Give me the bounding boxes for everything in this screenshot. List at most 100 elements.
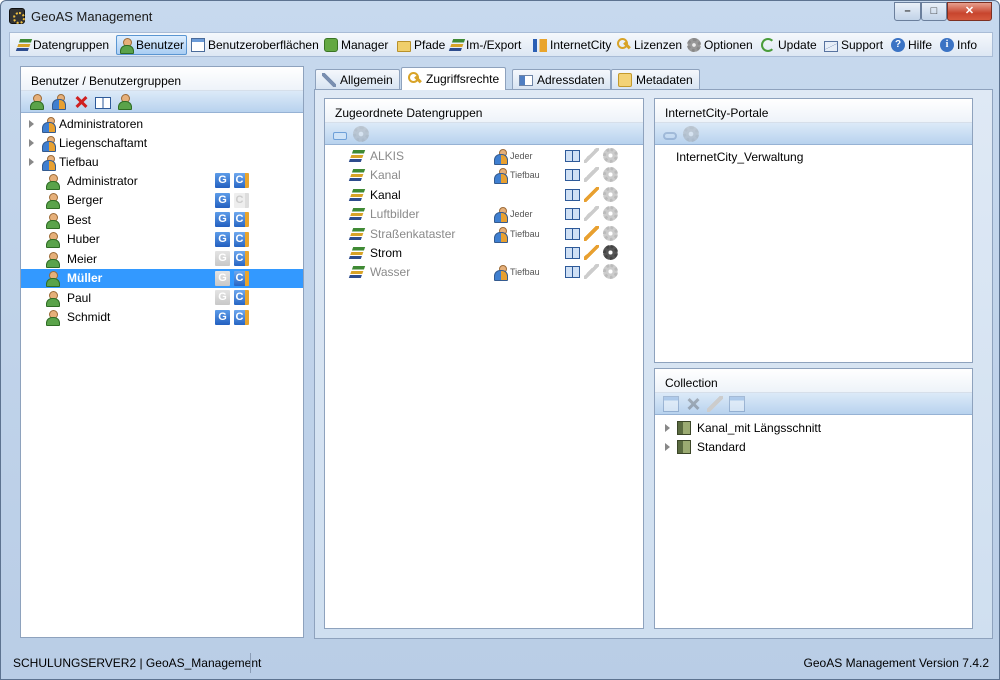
c-badge-icon[interactable]: C	[234, 290, 249, 305]
tab-zugriffsrechte[interactable]: Zugriffsrechte	[401, 67, 507, 90]
settings-gear-icon[interactable]	[603, 264, 618, 280]
read-book-icon[interactable]	[565, 208, 580, 221]
g-badge-icon[interactable]: G	[215, 270, 230, 286]
toolbar-benutzeroberflaechen-button[interactable]: Benutzeroberflächen	[189, 35, 321, 55]
g-badge-icon[interactable]: G	[215, 192, 230, 208]
assign-user-icon[interactable]	[117, 93, 133, 110]
gear-icon[interactable]	[683, 125, 699, 142]
datengruppe-row[interactable]: ALKIS Jeder	[325, 147, 643, 166]
copy-icon[interactable]	[729, 395, 745, 412]
group-label: Administratoren	[59, 116, 144, 131]
tab-metadaten[interactable]: Metadaten	[611, 69, 700, 89]
user-item[interactable]: Paul G C	[21, 288, 303, 307]
toolbar-hilfe-button[interactable]: ? Hilfe	[889, 35, 934, 55]
g-badge-icon[interactable]: G	[215, 251, 230, 266]
datengruppe-row[interactable]: Kanal	[325, 186, 643, 205]
user-item[interactable]: Administrator G C	[21, 171, 303, 190]
edit-pencil-icon[interactable]	[584, 264, 599, 280]
read-book-icon[interactable]	[565, 266, 580, 279]
title-bar[interactable]: GeoAS Management – □ ✕	[1, 1, 999, 31]
c-badge-icon[interactable]: C	[234, 212, 249, 227]
minimize-button[interactable]: –	[894, 2, 921, 21]
settings-gear-icon[interactable]	[603, 225, 618, 241]
group-item[interactable]: Tiefbau	[27, 152, 297, 171]
edit-pencil-icon[interactable]	[584, 186, 599, 202]
book-icon[interactable]	[95, 96, 111, 109]
delete-icon[interactable]	[685, 396, 701, 412]
collection-item[interactable]: Standard	[663, 437, 746, 456]
link-icon[interactable]	[663, 131, 677, 140]
datengruppe-row[interactable]: Wasser Tiefbau	[325, 263, 643, 282]
link-icon[interactable]	[333, 131, 347, 140]
tab-adressdaten[interactable]: Adressdaten	[512, 69, 612, 89]
user-item[interactable]: Meier G C	[21, 249, 303, 268]
gear-icon[interactable]	[353, 125, 369, 142]
datengruppe-row[interactable]: Kanal Tiefbau	[325, 166, 643, 185]
toolbar-manager-button[interactable]: Manager	[322, 35, 390, 55]
toolbar-datengruppen-button[interactable]: Datengruppen	[15, 35, 111, 55]
c-badge-icon[interactable]: C	[234, 173, 249, 188]
edit-pencil-icon[interactable]	[584, 206, 599, 222]
settings-gear-icon[interactable]	[603, 245, 618, 260]
toolbar-internetcity-button[interactable]: InternetCity	[531, 35, 613, 55]
user-item[interactable]: Müller G C	[21, 268, 303, 288]
read-book-icon[interactable]	[565, 169, 580, 182]
read-book-icon[interactable]	[565, 247, 580, 259]
settings-gear-icon[interactable]	[603, 148, 618, 163]
add-group-icon[interactable]	[51, 93, 67, 110]
tab-allgemein[interactable]: Allgemein	[315, 69, 400, 89]
expand-arrow-icon[interactable]	[29, 119, 34, 128]
maximize-button[interactable]: □	[921, 2, 947, 21]
edit-pencil-icon[interactable]	[584, 225, 599, 241]
layers-icon	[448, 39, 466, 51]
edit-pencil-icon[interactable]	[584, 245, 599, 260]
user-item[interactable]: Berger G C	[21, 191, 303, 210]
c-badge-icon[interactable]: C	[234, 231, 249, 247]
c-badge-icon[interactable]: C	[234, 251, 249, 266]
group-item[interactable]: Administratoren	[27, 114, 297, 133]
datengruppe-row[interactable]: Strom	[325, 244, 643, 263]
group-item[interactable]: Liegenschaftamt	[27, 133, 297, 152]
g-badge-icon[interactable]: G	[215, 231, 230, 247]
edit-pencil-icon[interactable]	[584, 167, 599, 183]
settings-gear-icon[interactable]	[603, 206, 618, 222]
expand-arrow-icon[interactable]	[29, 157, 34, 166]
g-badge-icon[interactable]: G	[215, 212, 230, 227]
toolbar-support-button[interactable]: Support	[822, 35, 885, 55]
delete-icon[interactable]	[73, 94, 89, 110]
c-badge-icon[interactable]: C	[234, 192, 249, 208]
user-item[interactable]: Schmidt G C	[21, 308, 303, 327]
g-badge-icon[interactable]: G	[215, 290, 230, 305]
collection-item[interactable]: Kanal_mit Längsschnitt	[663, 418, 821, 437]
add-icon[interactable]	[663, 395, 679, 412]
user-item[interactable]: Huber G C	[21, 230, 303, 249]
user-item[interactable]: Best G C	[21, 210, 303, 229]
add-user-icon[interactable]	[29, 93, 45, 110]
g-badge-icon[interactable]: G	[215, 173, 230, 188]
toolbar-optionen-button[interactable]: Optionen	[685, 35, 755, 55]
expand-arrow-icon[interactable]	[29, 138, 34, 147]
read-book-icon[interactable]	[565, 227, 580, 240]
datengruppe-row[interactable]: Luftbilder Jeder	[325, 205, 643, 224]
settings-gear-icon[interactable]	[603, 186, 618, 202]
datengruppe-row[interactable]: Straßenkataster Tiefbau	[325, 225, 643, 244]
read-book-icon[interactable]	[565, 188, 580, 201]
collection-title: Collection	[655, 369, 972, 393]
c-badge-icon[interactable]: C	[234, 270, 249, 286]
settings-gear-icon[interactable]	[603, 167, 618, 183]
expand-arrow-icon[interactable]	[665, 423, 670, 432]
c-badge-icon[interactable]: C	[234, 309, 249, 325]
toolbar-update-button[interactable]: Update	[759, 35, 819, 55]
g-badge-icon[interactable]: G	[215, 309, 230, 325]
toolbar-import-export-button[interactable]: Im-/Export	[448, 35, 523, 55]
close-button[interactable]: ✕	[947, 2, 992, 21]
portal-item[interactable]: InternetCity_Verwaltung	[676, 150, 803, 164]
toolbar-pfade-button[interactable]: Pfade	[395, 35, 447, 55]
edit-icon[interactable]	[707, 395, 723, 412]
toolbar-benutzer-button[interactable]: Benutzer	[116, 35, 188, 55]
toolbar-info-button[interactable]: i Info	[938, 35, 979, 55]
read-book-icon[interactable]	[565, 150, 580, 162]
expand-arrow-icon[interactable]	[665, 442, 670, 451]
toolbar-lizenzen-button[interactable]: Lizenzen	[615, 35, 684, 55]
edit-pencil-icon[interactable]	[584, 148, 599, 163]
